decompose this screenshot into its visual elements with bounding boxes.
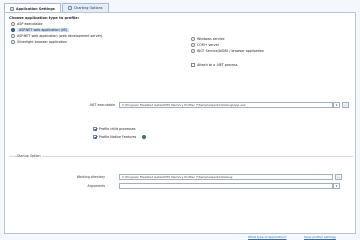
radio-label: ASP executable bbox=[17, 22, 43, 26]
radio-label: Windows service bbox=[197, 37, 225, 41]
radio-com-server[interactable]: COM+ server bbox=[191, 43, 219, 47]
radio-label: COM+ server bbox=[197, 43, 219, 47]
tab-label: Charting Options bbox=[73, 6, 103, 10]
profile-child-checkbox[interactable]: Profile child processes bbox=[93, 127, 136, 131]
checkbox-indicator[interactable] bbox=[93, 135, 97, 139]
radio-indicator[interactable] bbox=[11, 28, 15, 32]
chevron-down-icon: ▾ bbox=[335, 103, 338, 107]
settings-panel: Choose application type to profile: ASP … bbox=[4, 12, 356, 234]
checkbox-indicator[interactable] bbox=[93, 127, 97, 131]
settings-icon bbox=[10, 6, 14, 11]
radio-indicator[interactable] bbox=[191, 49, 195, 53]
group-divider bbox=[9, 156, 353, 157]
checkbox-label: Attach to a .NET process bbox=[197, 63, 238, 67]
tab-charting-options[interactable]: Charting Options bbox=[61, 3, 109, 12]
footer: What type of application? Save profiler … bbox=[0, 234, 360, 240]
radio-wcf-service[interactable]: WCF Service/ASMX / browser application bbox=[191, 49, 264, 53]
exe-label: .NET executable bbox=[89, 103, 115, 107]
radio-asp-executable[interactable]: ASP executable bbox=[11, 22, 43, 26]
startup-group-title: Startup Option bbox=[17, 154, 43, 158]
app-type-help-link[interactable]: What type of application? bbox=[248, 235, 286, 239]
save-settings-link[interactable]: Save profiler settings bbox=[304, 235, 336, 239]
radio-indicator[interactable] bbox=[191, 37, 195, 41]
working-dir-input[interactable]: C:\Program Files\Red Gate\ANTS Memory Pr… bbox=[119, 174, 333, 180]
checkbox-label: Profile Native Features bbox=[99, 135, 137, 139]
radio-label: ASP.NET web application (web development… bbox=[17, 34, 103, 38]
radio-aspnet-iis[interactable]: ASP.NET web application (IIS) bbox=[11, 28, 70, 32]
profile-native-checkbox[interactable]: Profile Native Features bbox=[93, 135, 147, 139]
tab-label: Application Settings bbox=[16, 6, 55, 11]
status-ok-icon bbox=[142, 135, 147, 139]
radio-aspnet-dev-server[interactable]: ASP.NET web application (web development… bbox=[11, 34, 102, 38]
radio-indicator[interactable] bbox=[11, 22, 15, 26]
arguments-label: Arguments bbox=[87, 184, 105, 188]
radio-silverlight[interactable]: Silverlight browser application bbox=[11, 40, 67, 44]
radio-indicator[interactable] bbox=[191, 43, 195, 47]
app-type-heading: Choose application type to profile: bbox=[9, 16, 80, 20]
checkbox-indicator[interactable] bbox=[191, 63, 195, 67]
radio-label: Silverlight browser application bbox=[17, 40, 68, 44]
working-dir-browse-button[interactable]: ... bbox=[335, 174, 342, 180]
exe-browse-button[interactable]: ... bbox=[342, 102, 349, 108]
checkbox-label: Profile child processes bbox=[99, 127, 136, 131]
radio-windows-service[interactable]: Windows service bbox=[191, 37, 225, 41]
radio-label: WCF Service/ASMX / browser application bbox=[197, 49, 264, 53]
radio-indicator[interactable] bbox=[11, 40, 15, 44]
arguments-input[interactable] bbox=[119, 183, 333, 189]
chevron-down-icon: ▾ bbox=[335, 184, 338, 188]
exe-path-input[interactable]: C:\Program Files\Red Gate\ANTS Memory Pr… bbox=[119, 102, 333, 108]
arguments-dropdown-button[interactable]: ▾ bbox=[333, 183, 340, 189]
attach-process-checkbox[interactable]: Attach to a .NET process bbox=[191, 63, 238, 67]
chart-icon bbox=[67, 6, 72, 10]
exe-dropdown-button[interactable]: ▾ bbox=[333, 102, 340, 108]
radio-label: ASP.NET web application (IIS) bbox=[17, 28, 70, 32]
radio-indicator[interactable] bbox=[11, 34, 15, 38]
working-dir-label: Working directory bbox=[76, 175, 105, 179]
